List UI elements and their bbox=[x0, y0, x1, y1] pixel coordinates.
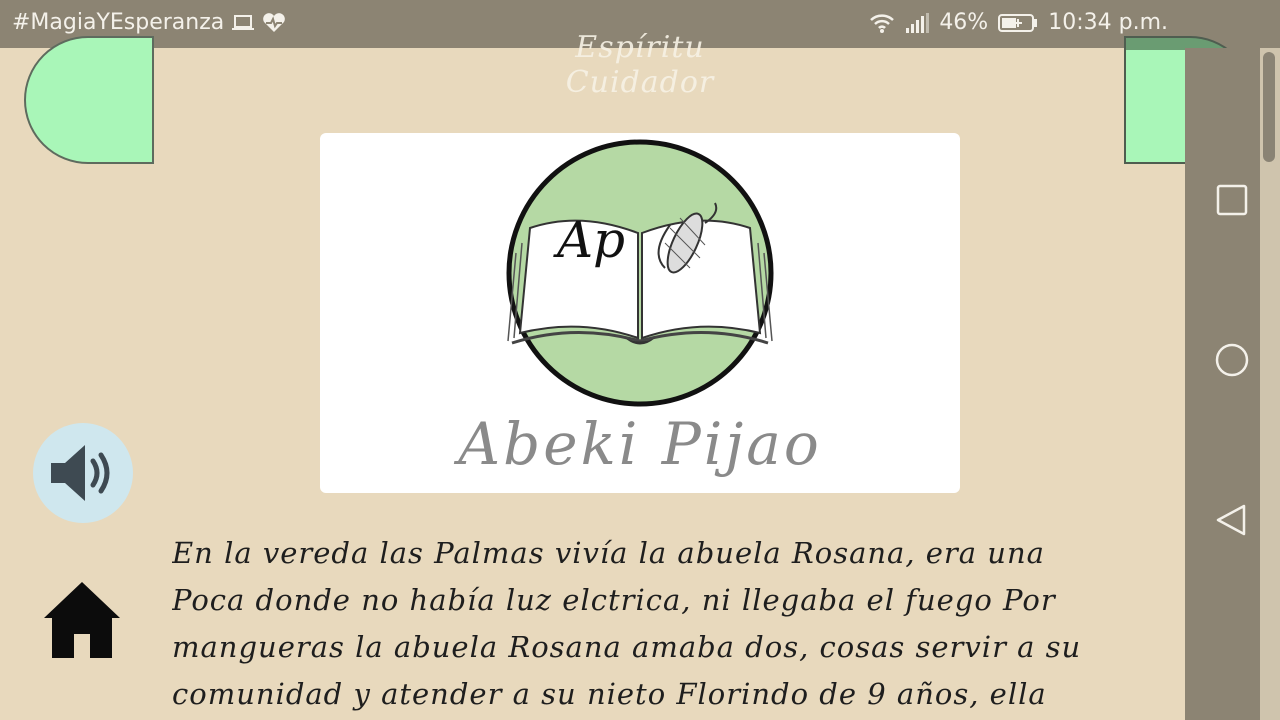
home-button[interactable] bbox=[42, 578, 122, 662]
speaker-button[interactable] bbox=[33, 423, 133, 523]
wifi-icon bbox=[869, 12, 895, 34]
laptop-icon bbox=[232, 14, 255, 32]
recent-apps-button[interactable] bbox=[1212, 180, 1252, 220]
heart-pulse-icon bbox=[262, 12, 286, 33]
nav-home-button[interactable] bbox=[1212, 340, 1252, 380]
page-title: Espíritu Cuidador bbox=[565, 30, 715, 100]
signal-icon bbox=[905, 12, 930, 34]
story-text: En la vereda las Palmas vivía la abuela … bbox=[172, 536, 1082, 711]
speaker-icon bbox=[51, 445, 110, 501]
back-button[interactable] bbox=[1212, 500, 1252, 540]
notification-text: #MagiaYEsperanza bbox=[12, 10, 225, 35]
right-corner-highlight bbox=[1126, 50, 1186, 162]
home-icon bbox=[44, 582, 120, 658]
book-logo bbox=[506, 139, 774, 407]
battery-charging-icon bbox=[998, 13, 1038, 33]
left-corner-button[interactable] bbox=[24, 36, 154, 164]
recent-apps-icon bbox=[1216, 184, 1248, 216]
logo-monogram: Ap bbox=[556, 211, 626, 269]
navigation-bar bbox=[1185, 48, 1260, 720]
back-icon bbox=[1216, 504, 1246, 536]
home-circle-icon bbox=[1215, 343, 1249, 377]
scrollbar-thumb[interactable] bbox=[1263, 52, 1275, 162]
clock: 10:34 p.m. bbox=[1048, 10, 1168, 35]
battery-percent: 46% bbox=[939, 10, 989, 35]
brand-name: Abeki Pijao bbox=[458, 410, 822, 478]
